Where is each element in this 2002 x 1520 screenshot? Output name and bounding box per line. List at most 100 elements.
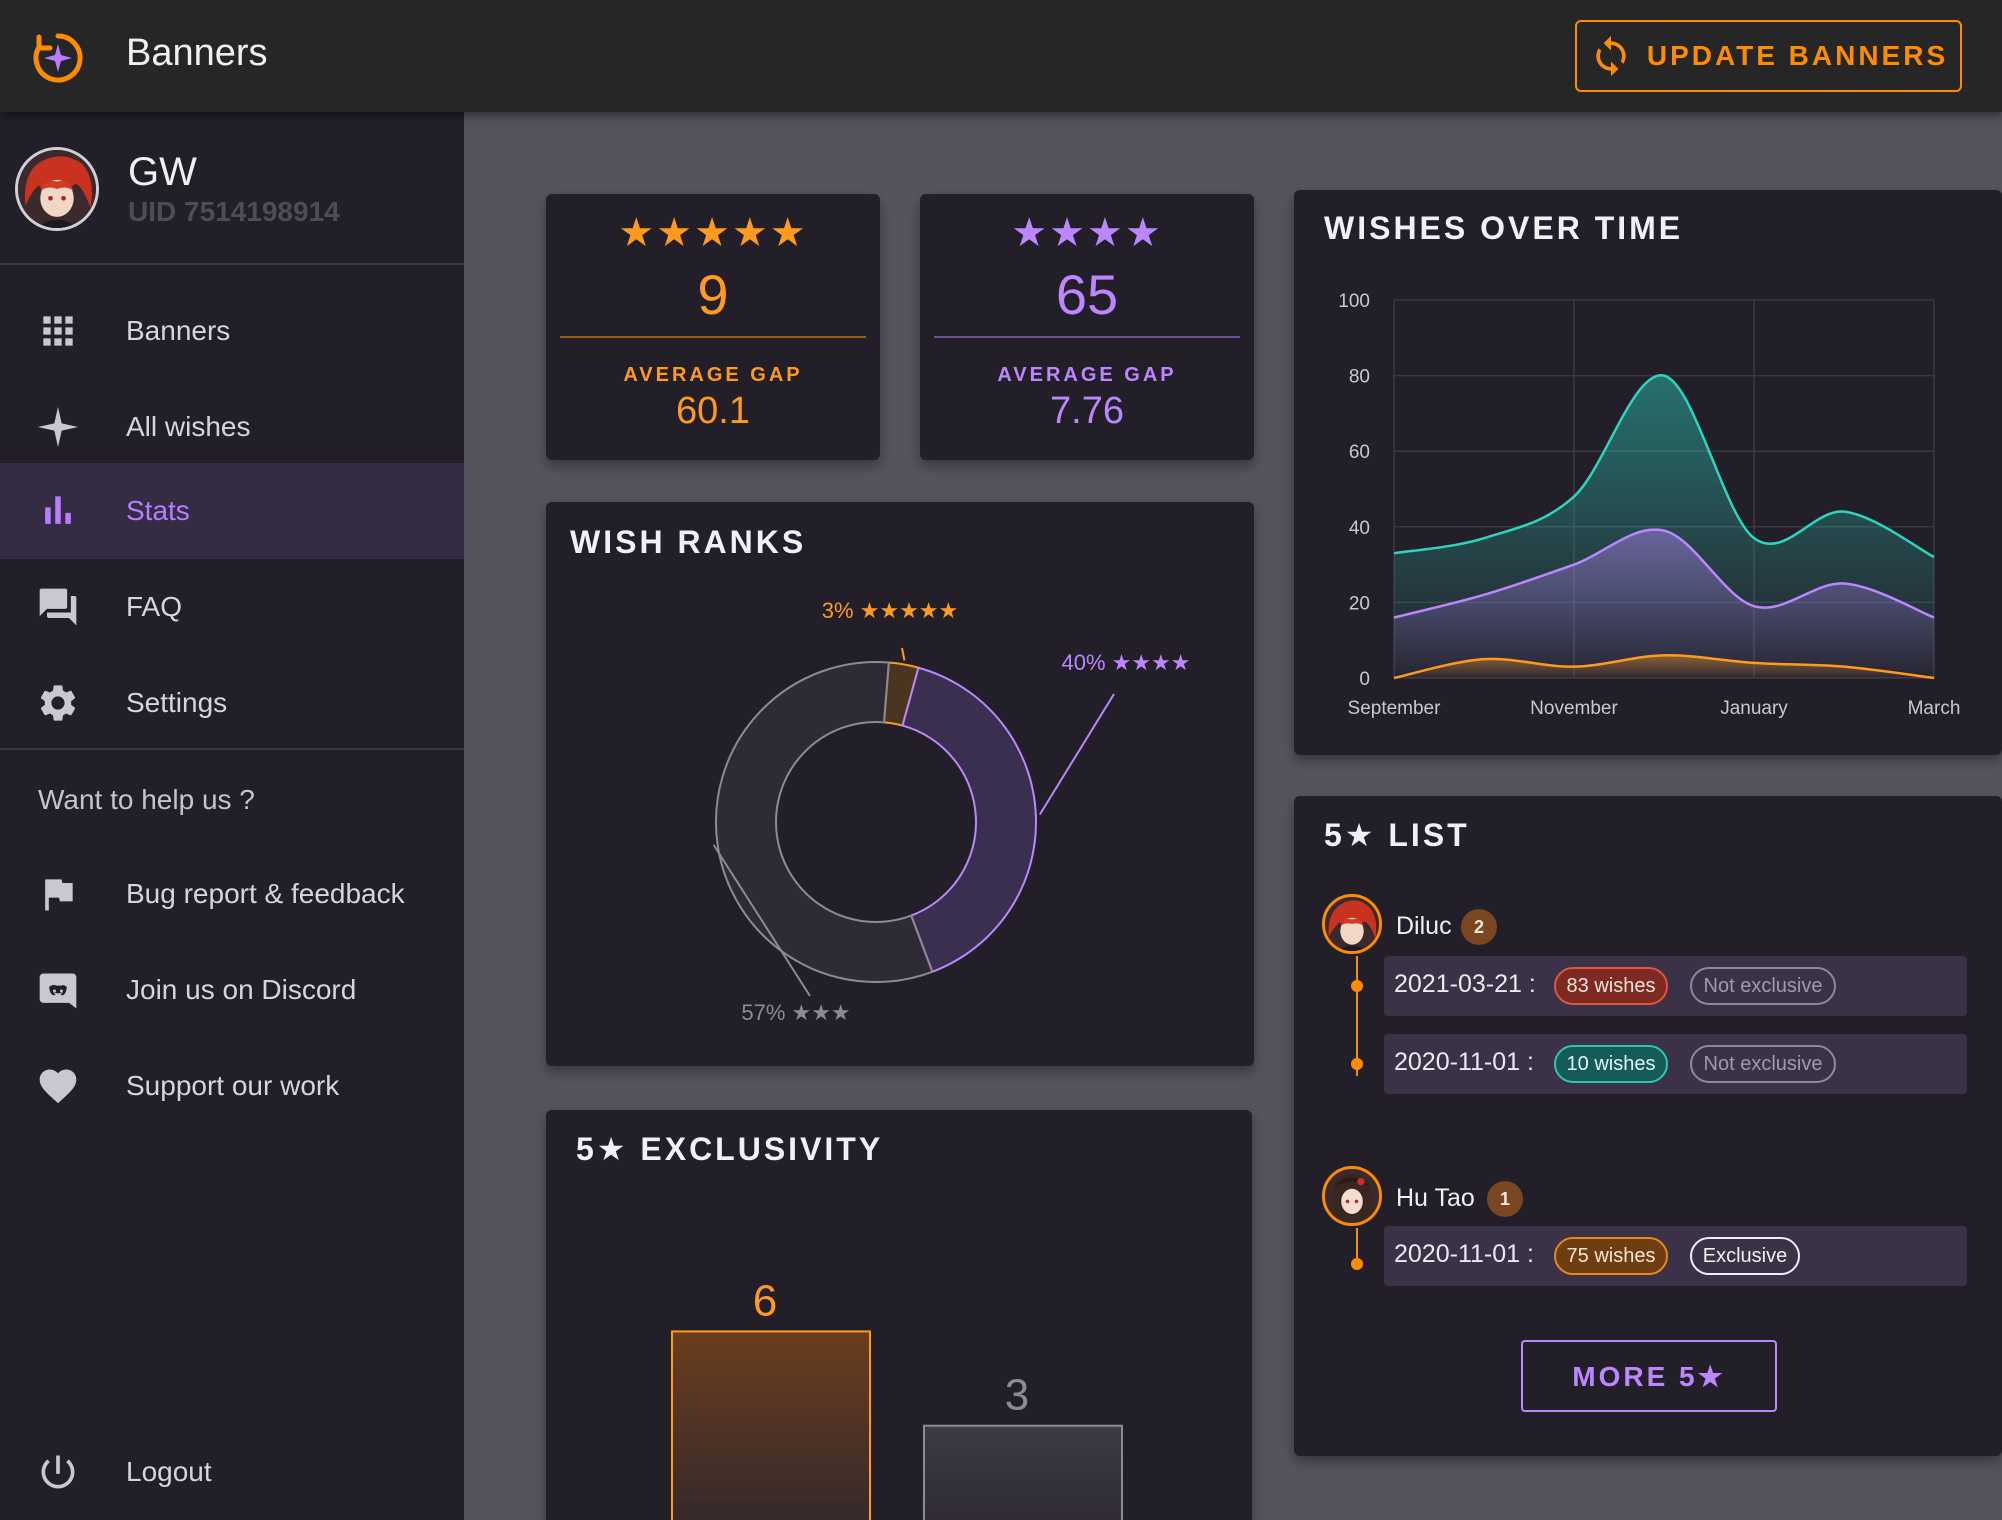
- sidebar-item-label: Join us on Discord: [126, 974, 357, 1005]
- sidebar-item-stats[interactable]: Stats: [0, 463, 464, 559]
- hu-tao-portrait-icon: [1325, 1169, 1379, 1223]
- wish-history-row[interactable]: 2020-11-01 : 10 wishes Not exclusive: [1384, 1034, 1967, 1094]
- five-star-average-gap: 60.1: [676, 390, 750, 432]
- diluc-avatar-icon: [18, 150, 96, 228]
- user-name: GW: [128, 150, 197, 194]
- donut-leader-line: [1038, 693, 1115, 816]
- avatar[interactable]: [15, 147, 99, 231]
- donut-slice[interactable]: [901, 666, 1037, 974]
- sidebar-item-settings[interactable]: Settings: [0, 655, 464, 751]
- sidebar-item-all-wishes[interactable]: All wishes: [0, 379, 464, 475]
- sidebar-item-faq[interactable]: FAQ: [0, 559, 464, 655]
- exclusivity-bar[interactable]: [671, 1330, 871, 1520]
- top-app-bar: Banners UPDATE BANNERS: [0, 0, 2002, 112]
- sparkle-icon: [36, 405, 80, 449]
- timeline-dot: [1351, 1258, 1363, 1270]
- exclusivity-bar-chart: 63: [671, 1276, 1123, 1520]
- grid-icon: [36, 309, 80, 353]
- character-name-hu-tao: Hu Tao: [1396, 1184, 1475, 1212]
- four-star-gap-label: AVERAGE GAP: [997, 364, 1177, 386]
- diluc-portrait-icon: [1325, 897, 1379, 951]
- sidebar-item-label: All wishes: [126, 411, 251, 442]
- wish-count-badge: 75 wishes: [1554, 1237, 1668, 1275]
- five-star-list-card: 5★ LIST Diluc 2 2021-03-21 : 83 wishes N…: [1294, 796, 2002, 1456]
- sidebar-item-support[interactable]: Support our work: [0, 1038, 464, 1134]
- wishes-over-time-chart: 0 20 40 60 80 100 September November January Marc…: [1338, 291, 1961, 719]
- x-tick-label: March: [1908, 698, 1961, 719]
- wish-count-badge: 10 wishes: [1554, 1045, 1668, 1083]
- hu-tao-avatar[interactable]: [1322, 1166, 1382, 1226]
- power-icon: [36, 1450, 80, 1494]
- sidebar-item-discord[interactable]: Join us on Discord: [0, 942, 464, 1038]
- character-count-badge: 2: [1461, 909, 1497, 945]
- forum-icon: [36, 585, 80, 629]
- more-five-star-button[interactable]: MORE 5★: [1521, 1340, 1777, 1412]
- exclusivity-card: 5★ EXCLUSIVITY 63: [546, 1110, 1252, 1520]
- y-tick-label: 60: [1349, 442, 1370, 463]
- sidebar-divider: [0, 748, 464, 750]
- y-tick-label: 40: [1349, 518, 1370, 539]
- sidebar-item-banners[interactable]: Banners: [0, 283, 464, 379]
- bar-value-label: 3: [1005, 1371, 1029, 1420]
- flag-icon: [36, 872, 80, 916]
- sync-icon: [1596, 35, 1626, 77]
- wish-date: 2020-11-01 :: [1394, 1048, 1534, 1076]
- update-banners-button[interactable]: UPDATE BANNERS: [1575, 20, 1962, 92]
- exclusivity-badge: Not exclusive: [1690, 1045, 1836, 1083]
- sidebar: GW UID 7514198914 Banners All wishes Sta…: [0, 112, 464, 1520]
- sidebar-item-label: FAQ: [126, 591, 183, 622]
- sidebar-item-label: Support our work: [126, 1070, 340, 1101]
- timeline-line: [1356, 1228, 1358, 1262]
- wish-date: 2021-03-21 :: [1394, 970, 1536, 998]
- five-star-rating: ★★★★★: [618, 211, 808, 255]
- user-uid: UID 7514198914: [128, 196, 340, 227]
- five-star-gap-label: AVERAGE GAP: [623, 364, 803, 386]
- wish-ranks-card: WISH RANKS 3% ★★★★★ 40% ★★★★ 57% ★★★: [546, 502, 1254, 1066]
- x-tick-label: January: [1720, 698, 1788, 719]
- update-banners-label: UPDATE BANNERS: [1646, 40, 1949, 71]
- user-profile: GW UID 7514198914: [0, 112, 464, 265]
- y-tick-label: 20: [1349, 593, 1370, 614]
- diluc-avatar[interactable]: [1322, 894, 1382, 954]
- donut-label: 3% ★★★★★: [822, 598, 959, 623]
- page-title: Banners: [126, 32, 268, 74]
- heart-icon: [36, 1064, 80, 1108]
- four-star-count: 65: [1055, 263, 1119, 326]
- gear-icon: [36, 681, 80, 725]
- sidebar-item-bug-report[interactable]: Bug report & feedback: [0, 846, 464, 942]
- sidebar-item-label: Settings: [126, 687, 228, 718]
- y-tick-label: 100: [1338, 291, 1370, 312]
- exclusivity-badge: Exclusive: [1690, 1237, 1800, 1275]
- donut-label: 40% ★★★★: [1061, 650, 1190, 675]
- four-star-divider: [934, 336, 1240, 338]
- bar-value-label: 6: [753, 1276, 777, 1325]
- wish-date: 2020-11-01 :: [1394, 1240, 1534, 1268]
- exclusivity-bar[interactable]: [923, 1424, 1123, 1520]
- donut-leader-line: [901, 647, 906, 661]
- y-tick-label: 80: [1349, 367, 1370, 388]
- sidebar-item-label: Banners: [126, 315, 231, 346]
- wish-ranks-donut-chart: 3% ★★★★★ 40% ★★★★ 57% ★★★: [712, 598, 1191, 1025]
- five-star-list-title: 5★ LIST: [1324, 817, 1470, 853]
- bar-chart-icon: [36, 489, 80, 533]
- logout-button[interactable]: Logout: [0, 1424, 464, 1520]
- timeline-dot: [1351, 980, 1363, 992]
- five-star-stat-card: ★★★★★ 9 AVERAGE GAP 60.1: [546, 194, 880, 460]
- sidebar-item-label: Bug report & feedback: [126, 878, 405, 909]
- character-name-diluc: Diluc: [1396, 912, 1452, 940]
- app-logo-icon[interactable]: [30, 30, 86, 86]
- donut-label: 57% ★★★: [741, 1000, 850, 1025]
- help-section-title: Want to help us ?: [38, 784, 255, 815]
- five-star-divider: [560, 336, 866, 338]
- wish-history-row[interactable]: 2020-11-01 : 75 wishes Exclusive: [1384, 1226, 1967, 1286]
- five-star-count: 9: [697, 263, 729, 326]
- character-count-badge: 1: [1487, 1181, 1523, 1217]
- four-star-stat-card: ★★★★ 65 AVERAGE GAP 7.76: [920, 194, 1254, 460]
- wish-count-badge: 83 wishes: [1554, 967, 1668, 1005]
- x-tick-label: September: [1348, 698, 1442, 719]
- x-tick-label: November: [1530, 698, 1618, 719]
- exclusivity-badge: Not exclusive: [1690, 967, 1836, 1005]
- wish-history-row[interactable]: 2021-03-21 : 83 wishes Not exclusive: [1384, 956, 1967, 1016]
- wishes-over-time-card: WISHES OVER TIME 0 20 40 60 80 100 September No…: [1294, 190, 2002, 755]
- four-star-average-gap: 7.76: [1050, 390, 1124, 432]
